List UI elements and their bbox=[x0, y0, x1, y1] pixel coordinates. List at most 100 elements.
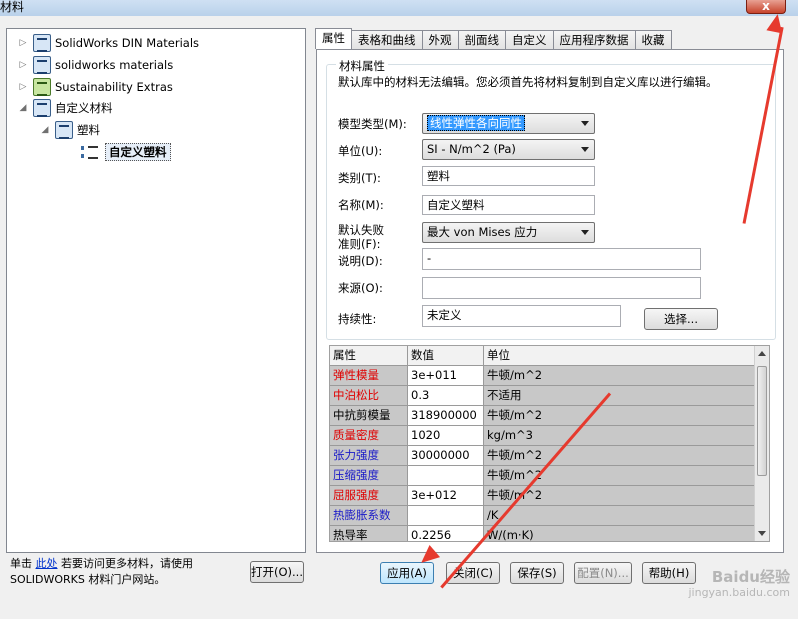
property-unit-cell: /K bbox=[484, 506, 755, 526]
tab-custom[interactable]: 自定义 bbox=[505, 30, 554, 49]
property-value-cell[interactable]: 30000000 bbox=[408, 446, 484, 466]
scroll-up-arrow-icon[interactable] bbox=[758, 351, 766, 356]
property-unit-cell: kg/m^3 bbox=[484, 426, 755, 446]
table-header-row: 属性 数值 单位 bbox=[330, 346, 755, 366]
source-field[interactable] bbox=[422, 277, 701, 299]
tree-item-plastic[interactable]: ◢ 塑料 bbox=[39, 120, 100, 140]
tab-strip: 属性 表格和曲线 外观 剖面线 自定义 应用程序数据 收藏 bbox=[315, 28, 672, 50]
scroll-down-arrow-icon[interactable] bbox=[758, 531, 766, 536]
library-icon bbox=[33, 56, 51, 74]
material-tree[interactable]: ▷ SolidWorks DIN Materials ▷ solidworks … bbox=[6, 28, 306, 553]
group-description: 默认库中的材料无法编辑。您必须首先将材料复制到自定义库以进行编辑。 bbox=[338, 75, 718, 89]
property-value-cell[interactable] bbox=[408, 466, 484, 486]
property-value-cell[interactable]: 3e+012 bbox=[408, 486, 484, 506]
sustainability-label: 持续性: bbox=[338, 312, 377, 326]
table-row[interactable]: 热膨胀系数/K bbox=[330, 506, 755, 526]
property-value-cell[interactable]: 1020 bbox=[408, 426, 484, 446]
header-value[interactable]: 数值 bbox=[408, 346, 484, 366]
tab-appearance[interactable]: 外观 bbox=[421, 30, 459, 49]
collapse-icon[interactable]: ◢ bbox=[39, 125, 51, 135]
property-value-cell[interactable]: 318900000 bbox=[408, 406, 484, 426]
property-value-cell[interactable]: 0.3 bbox=[408, 386, 484, 406]
table-row[interactable]: 张力强度 30000000 牛顿/m^2 bbox=[330, 446, 755, 466]
tab-tables-curves[interactable]: 表格和曲线 bbox=[351, 30, 423, 49]
header-property[interactable]: 属性 bbox=[330, 346, 408, 366]
select-button[interactable]: 选择... bbox=[644, 308, 718, 330]
category-field[interactable]: 塑料 bbox=[422, 166, 595, 186]
annotation-arrow-head bbox=[766, 12, 786, 34]
property-name-cell: 质量密度 bbox=[330, 426, 408, 446]
property-unit-cell: W/(m·K) bbox=[484, 526, 755, 541]
name-field[interactable]: 自定义塑料 bbox=[422, 195, 595, 215]
close-window-button[interactable]: x bbox=[746, 0, 786, 14]
tree-item-custom-materials[interactable]: ◢ 自定义材料 bbox=[17, 98, 113, 118]
tree-item-custom-plastic[interactable]: 自定义塑料 bbox=[81, 142, 171, 162]
chevron-down-icon bbox=[581, 230, 589, 235]
expand-icon[interactable]: ▷ bbox=[17, 38, 29, 48]
table-row[interactable]: 中泊松比 0.3 不适用 bbox=[330, 386, 755, 406]
chevron-down-icon bbox=[581, 121, 589, 126]
units-label: 单位(U): bbox=[338, 144, 383, 158]
table-scrollbar[interactable] bbox=[754, 346, 769, 541]
title-bar: 材料 x bbox=[0, 0, 798, 16]
material-icon bbox=[81, 144, 99, 160]
property-value-cell[interactable]: 0.2256 bbox=[408, 526, 484, 541]
expand-icon[interactable]: ▷ bbox=[17, 60, 29, 70]
chevron-down-icon bbox=[581, 147, 589, 152]
source-label: 来源(O): bbox=[338, 281, 383, 295]
property-unit-cell: 不适用 bbox=[484, 386, 755, 406]
table-row[interactable]: 热导率 0.2256 W/(m·K) bbox=[330, 526, 755, 541]
watermark: Baidu经验 jingyan.baidu.com bbox=[688, 569, 790, 601]
model-type-value: 线性弹性各向同性 bbox=[427, 115, 525, 131]
table-row[interactable]: 屈服强度 3e+012 牛顿/m^2 bbox=[330, 486, 755, 506]
tree-item-sustainability[interactable]: ▷ Sustainability Extras bbox=[17, 77, 173, 97]
tree-item-solidworks[interactable]: ▷ solidworks materials bbox=[17, 55, 173, 75]
name-label: 名称(M): bbox=[338, 198, 384, 212]
tree-item-label: 自定义材料 bbox=[55, 101, 113, 115]
collapse-icon[interactable]: ◢ bbox=[17, 103, 29, 113]
scrollbar-thumb[interactable] bbox=[757, 366, 767, 476]
open-button[interactable]: 打开(O)... bbox=[250, 561, 304, 583]
property-name-cell: 压缩强度 bbox=[330, 466, 408, 486]
property-value-cell[interactable] bbox=[408, 506, 484, 526]
property-name-cell: 中抗剪模量 bbox=[330, 406, 408, 426]
watermark-url: jingyan.baidu.com bbox=[688, 586, 790, 599]
sustainability-field[interactable]: 未定义 bbox=[422, 305, 621, 327]
property-value-cell[interactable]: 3e+011 bbox=[408, 366, 484, 386]
save-button[interactable]: 保存(S) bbox=[510, 562, 564, 584]
property-name-cell: 中泊松比 bbox=[330, 386, 408, 406]
tab-properties[interactable]: 属性 bbox=[315, 28, 352, 49]
table-row[interactable]: 质量密度 1020 kg/m^3 bbox=[330, 426, 755, 446]
tree-item-label: 自定义塑料 bbox=[105, 143, 171, 161]
config-button[interactable]: 配置(N)... bbox=[574, 562, 632, 584]
tree-item-label: 塑料 bbox=[77, 123, 100, 137]
property-name-cell: 张力强度 bbox=[330, 446, 408, 466]
units-select[interactable]: SI - N/m^2 (Pa) bbox=[422, 139, 595, 160]
library-icon bbox=[33, 34, 51, 52]
note-prefix: 单击 bbox=[10, 557, 32, 570]
description-field[interactable]: - bbox=[422, 248, 701, 270]
tab-favorites[interactable]: 收藏 bbox=[634, 30, 672, 49]
tree-item-label: SolidWorks DIN Materials bbox=[55, 36, 200, 50]
failure-criterion-select[interactable]: 最大 von Mises 应力 bbox=[422, 222, 595, 243]
tab-app-data[interactable]: 应用程序数据 bbox=[552, 30, 636, 49]
category-label: 类别(T): bbox=[338, 171, 381, 185]
property-unit-cell: 牛顿/m^2 bbox=[484, 406, 755, 426]
property-table[interactable]: 属性 数值 单位 弹性模量 3e+011 牛顿/m^2 中泊松比 0.3 不适用 中抗剪模量… bbox=[329, 345, 770, 542]
expand-icon[interactable]: ▷ bbox=[17, 82, 29, 92]
library-icon bbox=[33, 99, 51, 117]
header-unit[interactable]: 单位 bbox=[484, 346, 755, 366]
property-unit-cell: 牛顿/m^2 bbox=[484, 466, 755, 486]
failure-criterion-label-1: 默认失败 bbox=[338, 223, 384, 237]
table-row[interactable]: 中抗剪模量 318900000 牛顿/m^2 bbox=[330, 406, 755, 426]
library-icon bbox=[33, 78, 51, 96]
model-type-select[interactable]: 线性弹性各向同性 bbox=[422, 113, 595, 134]
table-row[interactable]: 弹性模量 3e+011 牛顿/m^2 bbox=[330, 366, 755, 386]
tree-item-din[interactable]: ▷ SolidWorks DIN Materials bbox=[17, 33, 199, 53]
units-value: SI - N/m^2 (Pa) bbox=[427, 142, 516, 156]
group-title: 材料属性 bbox=[336, 58, 388, 74]
tab-crosshatch[interactable]: 剖面线 bbox=[457, 30, 506, 49]
portal-link[interactable]: 此处 bbox=[36, 557, 58, 570]
tree-item-label: solidworks materials bbox=[55, 58, 174, 72]
description-label: 说明(D): bbox=[338, 254, 383, 268]
